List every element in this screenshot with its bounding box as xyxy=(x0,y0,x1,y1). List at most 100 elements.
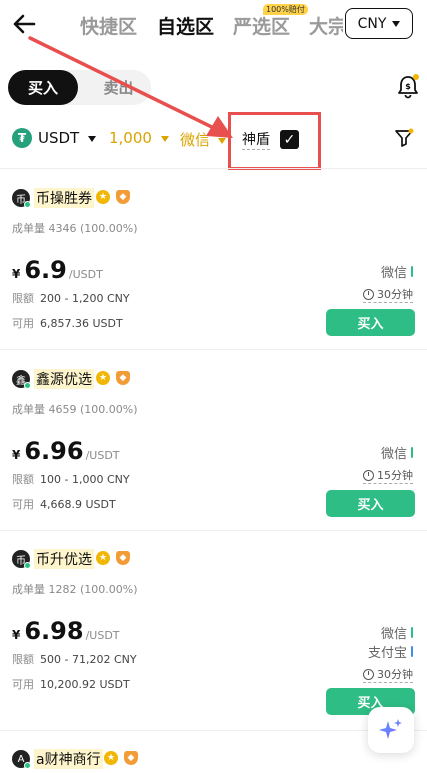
wechat-indicator-icon xyxy=(411,266,413,277)
checkmark-icon: ✓ xyxy=(283,131,296,148)
shield-filter-label: 神盾 xyxy=(242,129,270,150)
sparkle-icon xyxy=(379,719,402,739)
price-unit: /USDT xyxy=(68,268,103,281)
order-stats: 成单量 4659 (100.00%) xyxy=(12,401,138,417)
offer-card: 币 币操胜券 ★ ◆ 成单量 4346 (100.00%) ¥6.9/USDT … xyxy=(0,170,427,350)
orders-label: 成单量 xyxy=(12,403,45,416)
buy-toggle[interactable]: 买入 xyxy=(8,70,78,105)
amount-label: 1,000 xyxy=(109,129,152,147)
time-label: 15分钟 xyxy=(377,469,413,482)
alipay-indicator-icon xyxy=(411,646,413,657)
payment-time: 30分钟 xyxy=(363,286,413,303)
limit-label: 限额 xyxy=(12,473,34,486)
tab-custom[interactable]: 自选区 xyxy=(157,12,214,39)
tab-block-trade[interactable]: 大宗 xyxy=(309,12,343,39)
shield-badge-icon: ◆ xyxy=(116,371,130,385)
time-label: 30分钟 xyxy=(377,288,413,301)
svg-text:$: $ xyxy=(405,82,411,91)
orders-value: 4659 (100.00%) xyxy=(48,403,138,416)
time-label: 30分钟 xyxy=(377,668,413,681)
available-label: 可用 xyxy=(12,678,34,691)
buy-button[interactable]: 买入 xyxy=(326,309,415,336)
currency-selector[interactable]: CNY xyxy=(345,8,413,39)
caret-down-icon xyxy=(392,20,401,27)
limit-label: 限额 xyxy=(12,653,34,666)
limit-value: 100 - 1,000 CNY xyxy=(40,473,130,486)
coin-filter[interactable]: USDT xyxy=(38,129,96,147)
limit-row: 限额 500 - 71,202 CNY xyxy=(12,651,137,667)
payment-filter[interactable]: 微信 xyxy=(180,129,226,150)
compensation-badge: 100%赔付 xyxy=(263,4,308,15)
merit-badge-icon: ★ xyxy=(104,751,118,765)
payment-method: 微信 xyxy=(381,262,413,281)
back-arrow-icon[interactable] xyxy=(10,10,38,38)
merit-badge-icon: ★ xyxy=(96,371,110,385)
payment-method-label: 微信 xyxy=(380,447,407,462)
orders-label: 成单量 xyxy=(12,222,45,235)
price: 6.98 xyxy=(24,617,84,645)
wechat-indicator-icon xyxy=(411,627,413,638)
price-row: ¥6.9/USDT xyxy=(12,256,103,284)
limit-value: 200 - 1,200 CNY xyxy=(40,292,130,305)
merchant-name[interactable]: 币操胜券 xyxy=(34,188,94,208)
price-unit: /USDT xyxy=(85,449,120,462)
wechat-indicator-icon xyxy=(411,447,413,458)
merit-badge-icon: ★ xyxy=(96,190,110,204)
sell-toggle[interactable]: 卖出 xyxy=(86,70,151,105)
available-row: 可用 6,857.36 USDT xyxy=(12,315,123,331)
merit-badge-icon: ★ xyxy=(96,551,110,565)
limit-row: 限额 200 - 1,200 CNY xyxy=(12,290,130,306)
price-row: ¥6.98/USDT xyxy=(12,617,120,645)
tab-selected[interactable]: 严选区 xyxy=(233,12,290,39)
order-stats: 成单量 4346 (100.00%) xyxy=(12,220,138,236)
payment-method: 支付宝 xyxy=(368,642,413,661)
top-bar: 快捷区 自选区 严选区 100%赔付 大宗 CNY xyxy=(0,0,427,50)
offer-card: A a财神商行 ★ ◆ xyxy=(0,731,427,773)
merchant-name[interactable]: 币升优选 xyxy=(34,549,94,569)
caret-down-icon xyxy=(88,135,96,142)
payment-method-label: 支付宝 xyxy=(367,646,407,661)
order-stats: 成单量 1282 (100.00%) xyxy=(12,581,138,597)
shield-checkbox[interactable]: ✓ xyxy=(280,130,299,149)
price: 6.9 xyxy=(24,256,67,284)
buy-button[interactable]: 买入 xyxy=(326,490,415,517)
tab-quick[interactable]: 快捷区 xyxy=(80,12,137,39)
payment-label: 微信 xyxy=(180,131,211,149)
limit-value: 500 - 71,202 CNY xyxy=(40,653,137,666)
available-value: 10,200.92 USDT xyxy=(40,678,130,691)
available-label: 可用 xyxy=(12,317,34,330)
orders-value: 1282 (100.00%) xyxy=(48,583,138,596)
divider xyxy=(0,168,427,169)
currency-symbol: ¥ xyxy=(12,448,21,462)
filter-funnel-icon[interactable] xyxy=(394,128,414,148)
price-unit: /USDT xyxy=(85,629,120,642)
price: 6.96 xyxy=(24,437,84,465)
online-status-dot xyxy=(24,201,31,208)
caret-down-icon xyxy=(217,137,226,144)
payment-method: 微信 xyxy=(381,443,413,462)
currency-bell-icon[interactable]: $ xyxy=(396,73,420,99)
coin-label: USDT xyxy=(38,129,80,147)
offer-card: 鑫 鑫源优选 ★ ◆ 成单量 4659 (100.00%) ¥6.96/USDT… xyxy=(0,351,427,531)
available-label: 可用 xyxy=(12,498,34,511)
available-value: 4,668.9 USDT xyxy=(40,498,116,511)
ai-assistant-button[interactable] xyxy=(368,707,414,753)
merchant-name[interactable]: a财神商行 xyxy=(34,749,103,769)
caret-down-icon xyxy=(160,135,169,142)
amount-filter[interactable]: 1,000 xyxy=(109,129,169,147)
available-row: 可用 10,200.92 USDT xyxy=(12,676,130,692)
online-status-dot xyxy=(24,382,31,389)
shield-badge-icon: ◆ xyxy=(116,551,130,565)
shield-badge-icon: ◆ xyxy=(116,190,130,204)
payment-time: 15分钟 xyxy=(363,467,413,484)
online-status-dot xyxy=(24,562,31,569)
clock-icon xyxy=(363,469,374,481)
payment-method: 微信 xyxy=(381,623,413,642)
payment-time: 30分钟 xyxy=(363,666,413,683)
online-status-dot xyxy=(24,762,31,769)
shield-badge-icon: ◆ xyxy=(124,751,138,765)
merchant-name[interactable]: 鑫源优选 xyxy=(34,369,94,389)
payment-method-label: 微信 xyxy=(380,627,407,642)
currency-label: CNY xyxy=(357,15,387,32)
payment-method-label: 微信 xyxy=(380,266,407,281)
